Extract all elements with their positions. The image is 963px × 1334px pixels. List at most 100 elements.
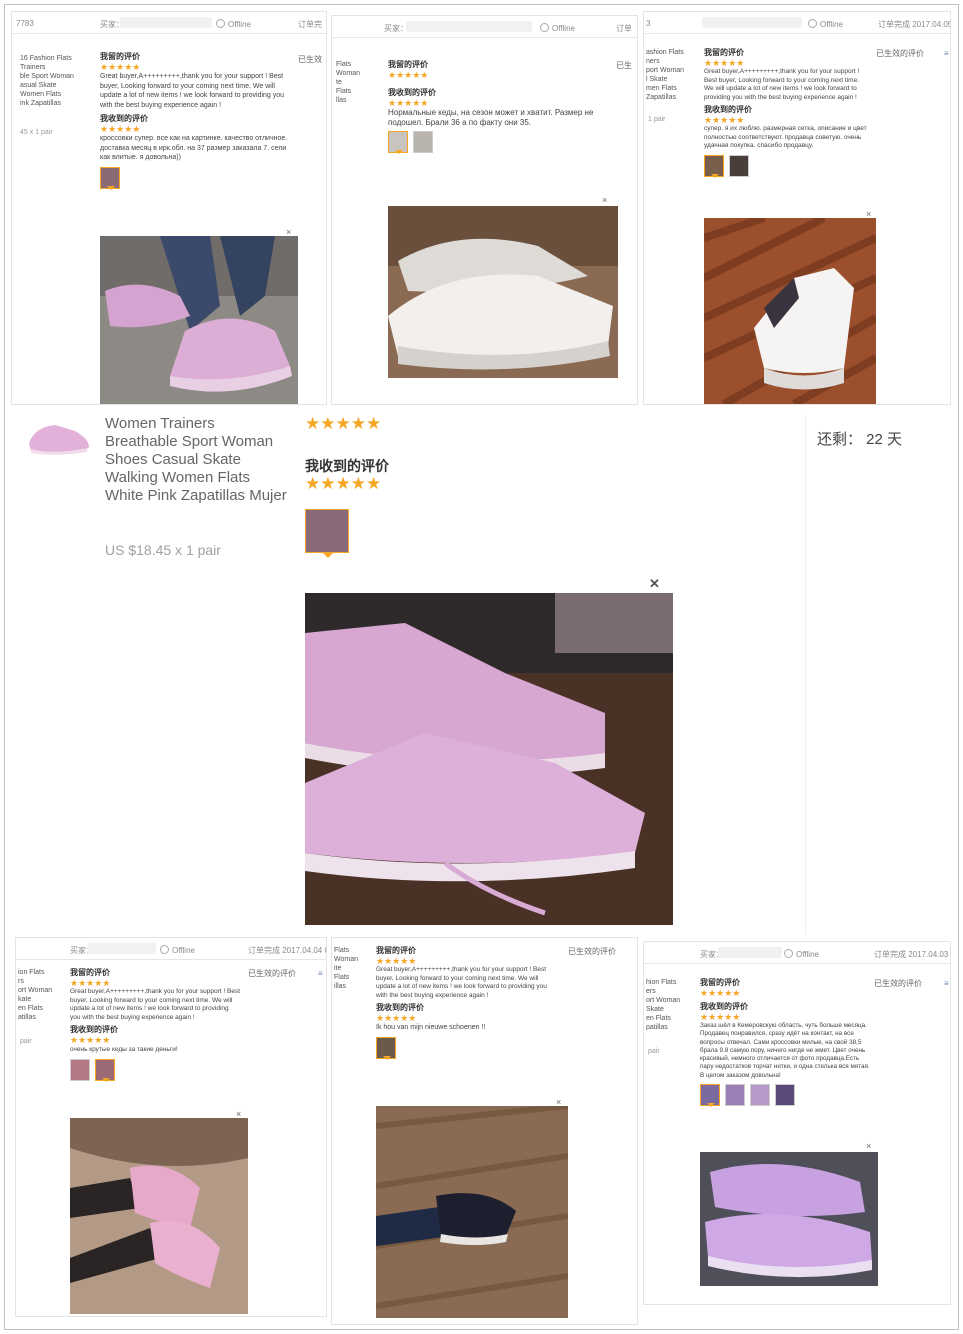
my-review-stars: ★★★★★ xyxy=(388,70,429,80)
review-photo-thumb[interactable] xyxy=(725,1084,745,1107)
review-panel-6: 买家： Offline 订单完成 2017.04.03 23 hion Flat… xyxy=(643,941,951,1305)
my-review-text: Great buyer,A+++++++++,thank you for you… xyxy=(376,966,547,999)
redacted-buyer xyxy=(702,17,802,28)
center-review-block: ★★★★★ 我收到的评价 ★★★★★ xyxy=(305,415,505,575)
order-id[interactable]: 7783 xyxy=(16,19,34,28)
price-qty: pair xyxy=(20,1038,32,1045)
photo-graphic xyxy=(376,1106,568,1318)
product-name[interactable]: hion Flats ers ort Woman Skate en Flats patil… xyxy=(646,978,680,1032)
selected-caret xyxy=(323,553,333,563)
review-panel-2: 买家： Offline 订单 Flats Woman te Flats llas 已生 … xyxy=(331,15,638,405)
review-block: 我留的评价 ★★★★★ Great buyer,A+++++++++,thank… xyxy=(100,52,292,222)
photo-graphic xyxy=(29,425,89,455)
price-qty: 45 x 1 pair xyxy=(20,129,53,136)
redacted-buyer xyxy=(88,943,156,954)
review-photo-thumb[interactable] xyxy=(413,131,433,153)
my-review-title: 我留的评价 xyxy=(704,48,744,57)
review-photo-pink-sneakers-on-bed[interactable] xyxy=(70,1118,248,1314)
order-header: 买家： Offline 订单完成 2017.04.04 09: xyxy=(16,938,326,960)
review-photo-thumb[interactable] xyxy=(305,509,349,553)
review-photo-thumb[interactable] xyxy=(95,1058,115,1082)
feedback-flag: 已生效的评价 xyxy=(874,979,922,988)
my-review-text: Great buyer,A+++++++++,thank you for you… xyxy=(704,68,860,101)
review-photo-thumb[interactable] xyxy=(388,131,408,154)
review-block: 我留的评价 ★★★★★ Great buyer,A+++++++++,thank… xyxy=(376,946,556,1096)
photo-graphic xyxy=(700,1152,878,1286)
photo-graphic xyxy=(305,593,673,925)
review-photo-thumb[interactable] xyxy=(775,1084,795,1107)
review-block: 我留的评价 ★★★★★ 我收到的评价 ★★★★★ Нормальные кеды… xyxy=(388,60,612,190)
received-review-title: 我收到的评价 xyxy=(704,105,752,114)
review-photo-white-sneaker-on-parquet[interactable] xyxy=(704,218,876,404)
my-review-stars: ★★★★★ xyxy=(100,62,141,72)
review-photo-thumb[interactable] xyxy=(70,1058,90,1081)
my-review-title: 我留的评价 xyxy=(376,946,416,955)
feedback-flag: 已生效的评价 xyxy=(568,947,616,956)
feedback-flag: 已生效的评价 xyxy=(248,969,296,978)
order-header: 买家： Offline 订单完成 2017.04.03 23 xyxy=(644,942,950,964)
my-review-stars: ★★★★★ xyxy=(305,415,382,433)
received-review-text: Нормальные кеды, на сезон может и хватит… xyxy=(388,108,594,127)
photo-graphic xyxy=(388,206,618,378)
received-review-title: 我收到的评价 xyxy=(305,458,389,474)
photo-graphic xyxy=(704,218,876,404)
product-title[interactable]: Women Trainers Breathable Sport Woman Sh… xyxy=(105,415,290,505)
received-review-text: кроссовки супер. все как на картинке. ка… xyxy=(100,135,288,161)
feedback-flag: 已生 xyxy=(616,61,632,70)
close-icon[interactable]: ✕ xyxy=(649,577,660,590)
list-icon[interactable]: ≡ xyxy=(318,968,323,980)
list-icon[interactable]: ≡ xyxy=(944,48,949,60)
review-photo-thumb[interactable] xyxy=(100,166,120,190)
review-photo-thumb[interactable] xyxy=(729,154,749,177)
online-status: Offline xyxy=(784,949,819,959)
product-name[interactable]: Flats Woman ite Flats illas xyxy=(334,946,358,991)
product-name[interactable]: ion Flats rs ort Woman kate en Flats atillas xyxy=(18,968,52,1022)
feedback-flag: 已生效 xyxy=(298,55,322,64)
redacted-buyer xyxy=(718,947,782,958)
order-state: 订单完成 2017.04.03 23 xyxy=(874,950,951,959)
time-remaining: 还剩： 22 天 xyxy=(817,431,903,448)
review-panel-5: Flats Woman ite Flats illas 已生效的评价 我留的评价 ★★★… xyxy=(331,937,638,1325)
received-review-title: 我收到的评价 xyxy=(700,1002,748,1011)
received-review-stars: ★★★★★ xyxy=(305,474,382,493)
close-icon[interactable]: × xyxy=(866,1142,871,1151)
review-photo-thumb[interactable] xyxy=(700,1084,720,1108)
product-name[interactable]: 16 Fashion Flats Trainers ble Sport Woman a… xyxy=(20,54,74,108)
my-review-stars: ★★★★★ xyxy=(704,58,745,68)
received-review-title: 我收到的评价 xyxy=(388,88,436,97)
online-status: Offline xyxy=(540,23,575,33)
received-review-stars: ★★★★★ xyxy=(70,1035,111,1045)
review-photo-pink-sneakers-worn[interactable] xyxy=(100,236,298,404)
received-review-title: 我收到的评价 xyxy=(70,1025,118,1034)
received-review-text: Заказ шёл в Кемеровскую область, чуть бо… xyxy=(700,1022,870,1079)
review-photo-thumb[interactable] xyxy=(750,1084,770,1107)
order-state: 订单完成 2017.04.05 23 xyxy=(878,20,951,29)
review-photo-black-sneaker-on-floor[interactable] xyxy=(376,1106,568,1318)
review-photo-lilac-sneakers[interactable] xyxy=(700,1152,878,1286)
product-name[interactable]: Flats Woman te Flats llas xyxy=(336,60,360,105)
received-review-stars: ★★★★★ xyxy=(100,124,141,134)
received-review-stars: ★★★★★ xyxy=(704,115,745,125)
list-icon[interactable]: ≡ xyxy=(944,978,949,990)
my-review-title: 我留的评价 xyxy=(100,52,140,61)
received-review-title: 我收到的评价 xyxy=(100,114,148,123)
close-icon[interactable]: × xyxy=(602,196,607,205)
review-photo-thumb[interactable] xyxy=(376,1036,396,1060)
photo-graphic xyxy=(70,1118,248,1314)
order-header: 7783 买家： Offline 订单完 xyxy=(12,12,326,34)
divider xyxy=(805,415,806,935)
review-photo-pink-sneakers-on-table[interactable] xyxy=(305,593,673,925)
product-name[interactable]: ashion Flats ners port Woman l Skate men Fla… xyxy=(646,48,684,102)
buyer-label: 3 xyxy=(646,19,651,28)
online-status: Offline xyxy=(160,945,195,955)
review-photo-white-sneakers[interactable] xyxy=(388,206,618,378)
my-review-text: Great buyer,A+++++++++,thank you for you… xyxy=(100,73,285,109)
received-review-stars: ★★★★★ xyxy=(376,1013,417,1023)
review-photo-thumb[interactable] xyxy=(704,154,724,178)
review-block: 我留的评价 ★★★★★ 我收到的评价 ★★★★★ Заказ шёл в Кем… xyxy=(700,978,870,1140)
product-thumbnail-pink-sneaker[interactable] xyxy=(25,415,93,457)
price-qty: 1 pair xyxy=(648,116,666,123)
received-review-text: очень крутые кеды за такие деньги! xyxy=(70,1046,178,1053)
collage-frame: 7783 买家： Offline 订单完 16 Fashion Flats Tra… xyxy=(4,4,959,1330)
received-review-text: Ik hou van mijn nieuwe schoenen !! xyxy=(376,1024,486,1031)
